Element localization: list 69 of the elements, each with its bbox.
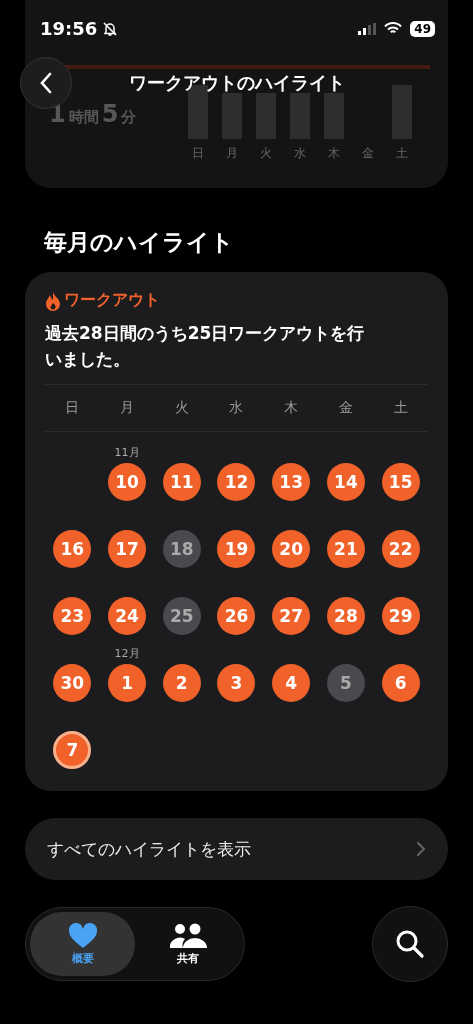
duration-unit: 時間 [68,108,99,127]
weekday-label: 水 [228,399,245,417]
category-label: ワークアウト [64,290,160,311]
calendar-day[interactable]: 3 [217,664,256,702]
calendar-day[interactable]: 21 [326,530,365,568]
weekday-label: 金 [337,399,354,417]
calendar-day[interactable]: 2 [162,664,201,702]
month-label: 11月 [114,445,140,460]
calendar-day[interactable]: 30 [53,664,92,702]
weekday-label: 日 [64,399,81,417]
weekday-label: 日 [192,145,204,162]
calendar-day[interactable]: 6 [381,664,420,702]
activity-bar [392,85,412,139]
section-title: 毎月のハイライト [44,228,235,257]
flame-icon [45,290,61,311]
calendar-day[interactable]: 15 [381,463,420,501]
duration-value: 5 [101,100,119,128]
calendar-day[interactable]: 20 [272,530,311,568]
calendar-day[interactable]: 1 [108,664,147,702]
calendar-day[interactable]: 19 [217,530,256,568]
calendar-day[interactable]: 14 [326,463,365,501]
weekday-label: 木 [283,399,300,417]
calendar-day[interactable]: 27 [272,597,311,635]
tab[interactable]: 共有 [135,912,240,976]
wifi-icon [384,22,403,35]
month-label: 12月 [114,646,140,661]
duration-unit: 分 [121,108,137,127]
weekday-label: 月 [226,145,238,162]
calendar-day[interactable]: 22 [381,530,420,568]
weekday-label: 木 [328,145,340,162]
calendar-day[interactable]: 5 [326,664,365,702]
people-icon [168,922,207,949]
signal-icon [358,22,377,35]
heart-icon [67,922,98,949]
calendar-day[interactable]: 10 [108,463,147,501]
calendar-day[interactable]: 23 [53,597,92,635]
show-all-button[interactable]: すべてのハイライトを表示 [25,818,448,880]
chevron-left-icon [39,72,53,94]
chevron-right-icon [416,841,426,857]
weekday-label: 金 [362,145,374,162]
calendar-day[interactable]: 18 [162,530,201,568]
weekday-label: 火 [173,399,190,417]
calendar-day[interactable]: 17 [108,530,147,568]
search-icon [395,929,425,959]
status-time: 19:56 [40,18,98,39]
calendar-day[interactable]: 7 [53,731,92,769]
calendar-day[interactable]: 11 [162,463,201,501]
summary-text: 過去28日間のうち25日ワークアウトを行いました。 [45,322,366,371]
calendar-day[interactable]: 12 [217,463,256,501]
weekday-label: 火 [260,145,272,162]
calendar-day[interactable]: 28 [326,597,365,635]
activity-bar [324,93,344,139]
activity-bar [222,93,242,139]
calendar-day[interactable]: 24 [108,597,147,635]
bell-muted-icon [102,20,119,37]
tab[interactable]: 概要 [30,912,135,976]
calendar-day[interactable]: 13 [272,463,311,501]
weekday-label: 土 [392,399,409,417]
weekday-label: 月 [119,399,136,417]
calendar-day[interactable]: 25 [162,597,201,635]
calendar-day[interactable]: 4 [272,664,311,702]
weekday-label: 水 [294,145,306,162]
page-title: ワークアウトのハイライト [128,73,345,93]
calendar-day[interactable]: 16 [53,530,92,568]
activity-bar [256,93,276,139]
weekday-label: 土 [396,145,408,162]
calendar-day[interactable]: 29 [381,597,420,635]
calendar-day[interactable]: 26 [217,597,256,635]
activity-bar [290,93,310,139]
